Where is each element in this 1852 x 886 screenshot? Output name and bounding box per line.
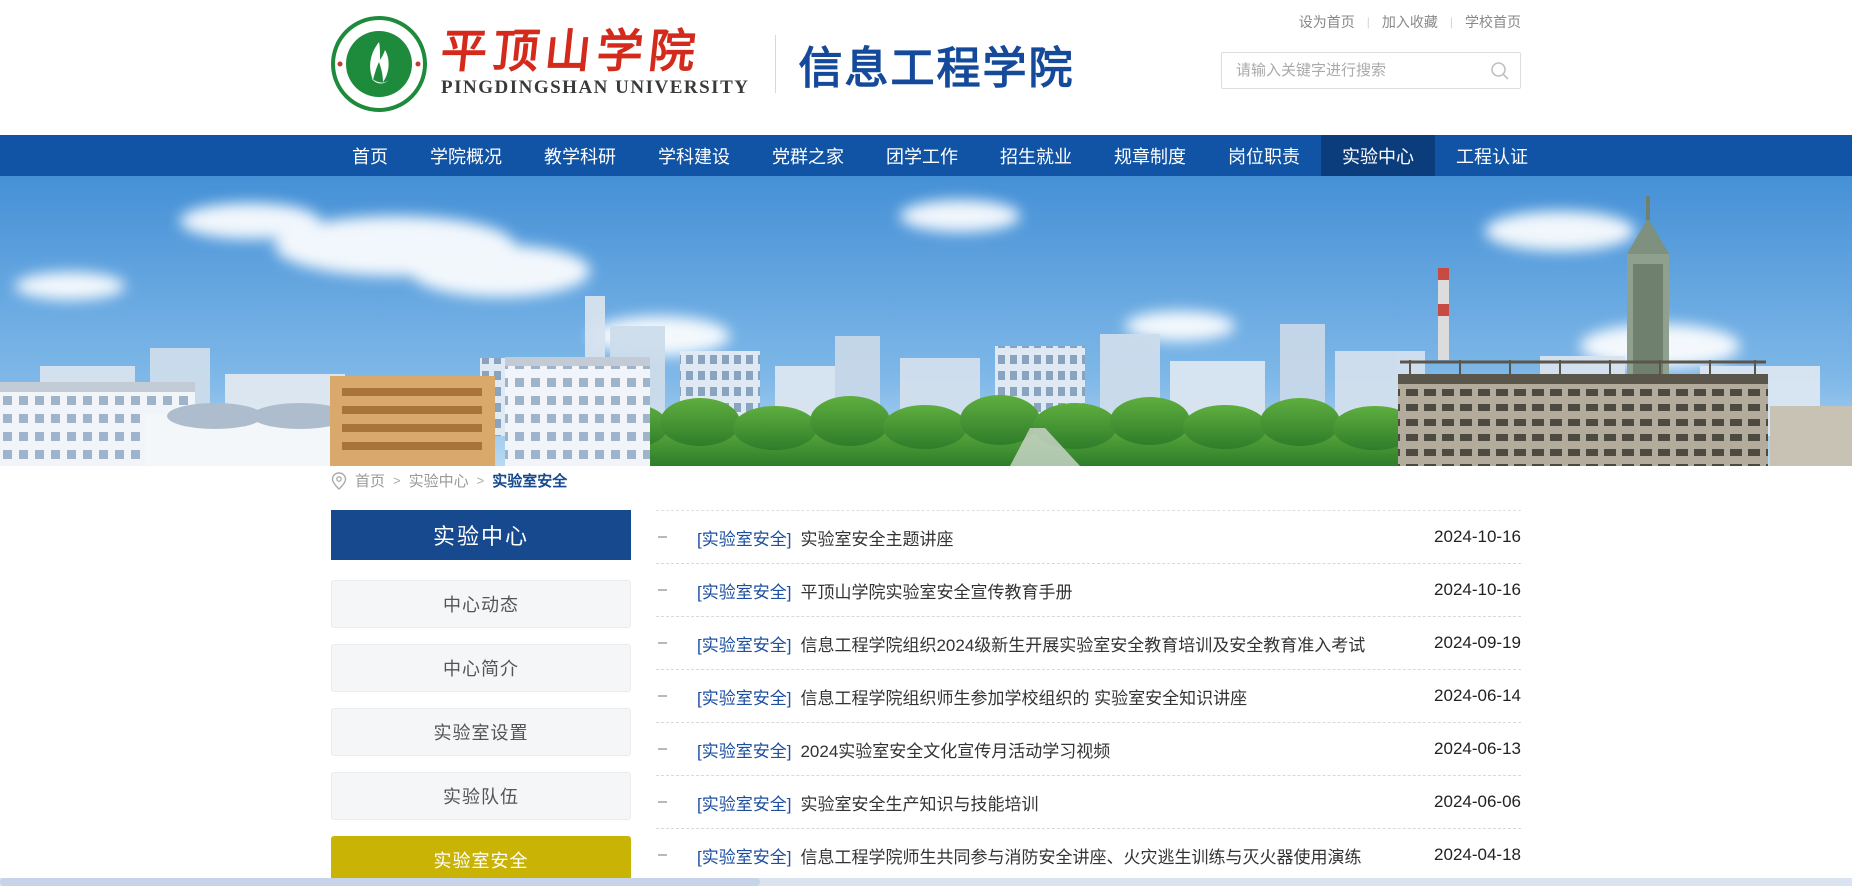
nav-item-10[interactable]: 工程认证 xyxy=(1435,135,1549,176)
breadcrumb-lab-center[interactable]: 实验中心 xyxy=(409,470,469,491)
nav-items: 首页学院概况教学科研学科建设党群之家团学工作招生就业规章制度岗位职责实验中心工程… xyxy=(331,135,1521,176)
article-date: 2024-10-16 xyxy=(1414,580,1521,600)
bullet-dash xyxy=(658,801,667,803)
sidebar-item-1[interactable]: 中心简介 xyxy=(331,644,631,692)
search-button[interactable] xyxy=(1480,53,1520,88)
nav-item-1[interactable]: 学院概况 xyxy=(409,135,523,176)
location-pin-icon xyxy=(331,472,347,490)
search-icon xyxy=(1489,60,1511,82)
article-date: 2024-06-06 xyxy=(1414,792,1521,812)
article-row: [实验室安全] 平顶山学院实验室安全宣传教育手册 2024-10-16 xyxy=(656,564,1521,617)
article-date: 2024-04-18 xyxy=(1414,845,1521,865)
article-row: [实验室安全] 实验室安全生产知识与技能培训 2024-06-06 xyxy=(656,776,1521,829)
scrollbar-thumb[interactable] xyxy=(0,878,760,886)
nav-item-0[interactable]: 首页 xyxy=(331,135,409,176)
add-favorite-link[interactable]: 加入收藏 xyxy=(1382,12,1438,32)
school-home-link[interactable]: 学校首页 xyxy=(1465,12,1521,32)
main-nav: 首页学院概况教学科研学科建设党群之家团学工作招生就业规章制度岗位职责实验中心工程… xyxy=(0,135,1852,176)
bullet-dash xyxy=(658,695,667,697)
article-link[interactable]: 信息工程学院组织师生参加学校组织的 实验室安全知识讲座 xyxy=(800,684,1247,709)
breadcrumb-current: 实验室安全 xyxy=(492,470,567,491)
article-category-tag[interactable]: [实验室安全] xyxy=(697,525,791,550)
nav-item-3[interactable]: 学科建设 xyxy=(637,135,751,176)
bullet-dash xyxy=(658,589,667,591)
bullet-dash xyxy=(658,536,667,538)
article-link[interactable]: 2024实验室安全文化宣传月活动学习视频 xyxy=(800,737,1110,762)
university-emblem-icon xyxy=(331,16,427,112)
bullet-dash xyxy=(658,854,667,856)
article-row: [实验室安全] 2024实验室安全文化宣传月活动学习视频 2024-06-13 xyxy=(656,723,1521,776)
campus-banner-image xyxy=(0,176,1852,466)
article-date: 2024-06-13 xyxy=(1414,739,1521,759)
sidebar-menu: 实验中心 中心动态中心简介实验室设置实验队伍实验室安全 xyxy=(331,510,631,886)
breadcrumb-separator: > xyxy=(393,473,401,488)
sidebar-item-0[interactable]: 中心动态 xyxy=(331,580,631,628)
top-utility-links: 设为首页 | 加入收藏 | 学校首页 xyxy=(1299,12,1521,32)
university-name-en: PINGDINGSHAN UNIVERSITY xyxy=(441,77,749,99)
article-category-tag[interactable]: [实验室安全] xyxy=(697,578,791,603)
article-link[interactable]: 信息工程学院组织2024级新生开展实验室安全教育培训及安全教育准入考试 xyxy=(800,631,1365,656)
article-link[interactable]: 实验室安全主题讲座 xyxy=(800,525,953,550)
university-name-cn: 平顶山学院 xyxy=(439,29,752,75)
article-date: 2024-10-16 xyxy=(1414,527,1521,547)
nav-item-9[interactable]: 实验中心 xyxy=(1321,135,1435,176)
article-category-tag[interactable]: [实验室安全] xyxy=(697,684,791,709)
horizontal-scrollbar[interactable] xyxy=(0,878,1852,886)
brand-text: 平顶山学院 PINGDINGSHAN UNIVERSITY xyxy=(441,29,749,99)
sidebar-items: 中心动态中心简介实验室设置实验队伍实验室安全 xyxy=(331,580,631,884)
article-list: [实验室安全] 实验室安全主题讲座 2024-10-16 [实验室安全] 平顶山学院实验… xyxy=(656,510,1521,886)
bullet-dash xyxy=(658,642,667,644)
nav-item-4[interactable]: 党群之家 xyxy=(751,135,865,176)
nav-item-6[interactable]: 招生就业 xyxy=(979,135,1093,176)
nav-item-8[interactable]: 岗位职责 xyxy=(1207,135,1321,176)
article-category-tag[interactable]: [实验室安全] xyxy=(697,790,791,815)
sidebar-item-4[interactable]: 实验室安全 xyxy=(331,836,631,884)
nav-item-2[interactable]: 教学科研 xyxy=(523,135,637,176)
article-category-tag[interactable]: [实验室安全] xyxy=(697,737,791,762)
bullet-dash xyxy=(658,748,667,750)
article-row: [实验室安全] 信息工程学院组织师生参加学校组织的 实验室安全知识讲座 2024-0… xyxy=(656,670,1521,723)
divider: | xyxy=(1450,15,1453,29)
brand-divider xyxy=(775,35,776,93)
article-date: 2024-06-14 xyxy=(1414,686,1521,706)
college-site-title: 信息工程学院 xyxy=(798,32,1074,96)
divider: | xyxy=(1367,15,1370,29)
main-content: 实验中心 中心动态中心简介实验室设置实验队伍实验室安全 [实验室安全] 实验室安全… xyxy=(331,510,1521,886)
article-link[interactable]: 实验室安全生产知识与技能培训 xyxy=(800,790,1038,815)
article-row: [实验室安全] 实验室安全主题讲座 2024-10-16 xyxy=(656,511,1521,564)
article-category-tag[interactable]: [实验室安全] xyxy=(697,631,791,656)
page: 设为首页 | 加入收藏 | 学校首页 平顶山学院 PINGDINGSHAN UN… xyxy=(0,0,1852,886)
set-home-link[interactable]: 设为首页 xyxy=(1299,12,1355,32)
article-row: [实验室安全] 信息工程学院组织2024级新生开展实验室安全教育培训及安全教育准入… xyxy=(656,617,1521,670)
breadcrumb-separator: > xyxy=(477,473,485,488)
article-row: [实验室安全] 信息工程学院师生共同参与消防安全讲座、火灾逃生训练与灭火器使用演练… xyxy=(656,829,1521,882)
search-box xyxy=(1221,52,1521,89)
article-link[interactable]: 平顶山学院实验室安全宣传教育手册 xyxy=(800,578,1072,603)
sidebar-item-2[interactable]: 实验室设置 xyxy=(331,708,631,756)
article-link[interactable]: 信息工程学院师生共同参与消防安全讲座、火灾逃生训练与灭火器使用演练 xyxy=(800,843,1361,868)
site-header: 设为首页 | 加入收藏 | 学校首页 平顶山学院 PINGDINGSHAN UN… xyxy=(0,0,1852,135)
article-category-tag[interactable]: [实验室安全] xyxy=(697,843,791,868)
breadcrumb-home[interactable]: 首页 xyxy=(355,470,385,491)
sidebar-item-3[interactable]: 实验队伍 xyxy=(331,772,631,820)
brand-logo-block[interactable]: 平顶山学院 PINGDINGSHAN UNIVERSITY 信息工程学院 xyxy=(331,16,1074,112)
article-date: 2024-09-19 xyxy=(1414,633,1521,653)
sidebar-title: 实验中心 xyxy=(331,510,631,560)
nav-item-7[interactable]: 规章制度 xyxy=(1093,135,1207,176)
search-input[interactable] xyxy=(1222,53,1480,88)
breadcrumb: 首页 > 实验中心 > 实验室安全 xyxy=(331,470,567,491)
nav-item-5[interactable]: 团学工作 xyxy=(865,135,979,176)
